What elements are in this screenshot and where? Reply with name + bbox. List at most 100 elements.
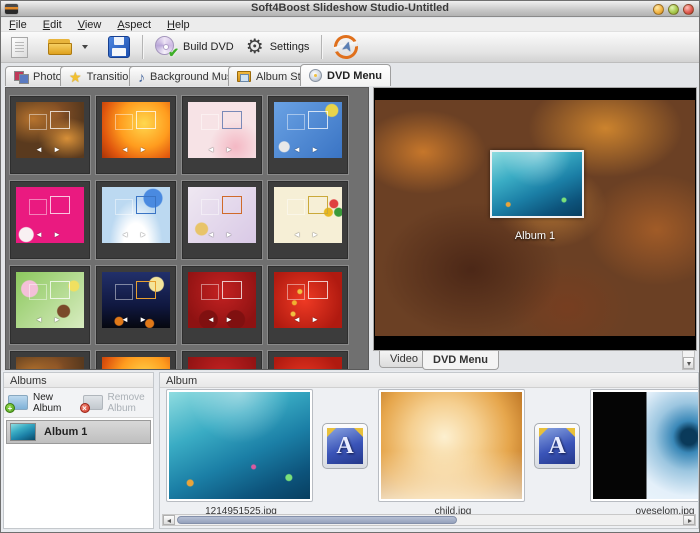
template-thumbnail-partial[interactable] <box>268 351 348 370</box>
album-label: Album 1 <box>374 230 696 242</box>
gear-icon: ⚙ <box>246 37 264 57</box>
open-folder-icon <box>48 39 72 56</box>
tab-label: DVD Menu <box>433 354 488 366</box>
album-panel-header: Album <box>160 373 698 388</box>
pointer-mode-button[interactable]: ➤ <box>328 33 364 61</box>
template-thumbnail-partial[interactable] <box>96 351 176 370</box>
transition-button[interactable]: A <box>322 423 368 469</box>
title-bar[interactable]: Soft4Boost Slideshow Studio-Untitled <box>1 1 699 17</box>
disc-icon <box>309 69 322 82</box>
app-window: Soft4Boost Slideshow Studio-Untitled Fil… <box>0 0 700 533</box>
main-tab-bar: Photos ★ Transitions ♪ Background Music … <box>1 64 699 86</box>
scroll-left-icon[interactable] <box>163 515 175 525</box>
albums-panel: Albums + New Album × Remove Album Album … <box>3 372 154 529</box>
album-preview-thumbnail[interactable] <box>490 150 584 218</box>
scroll-right-icon[interactable] <box>683 515 695 525</box>
settings-label: Settings <box>270 41 310 53</box>
tab-label: Background Music <box>150 71 241 83</box>
new-album-button[interactable]: + New Album <box>4 388 79 417</box>
album-list-item[interactable]: Album 1 <box>6 420 151 444</box>
toolbar-separator <box>321 35 322 59</box>
window-title: Soft4Boost Slideshow Studio-Untitled <box>1 1 699 16</box>
menu-help[interactable]: Help <box>164 19 193 31</box>
albums-panel-header: Albums <box>4 373 153 388</box>
app-icon <box>5 4 18 14</box>
open-dropdown-icon[interactable] <box>82 45 88 49</box>
nav-arrows-icon: ◄ ► <box>102 230 170 239</box>
nav-arrows-icon: ◄ ► <box>274 230 342 239</box>
template-thumbnail-red-gold[interactable]: ◄ ► <box>268 266 348 344</box>
album-photos-panel: Album A A 1214951525.jpg child.jpg ovese… <box>159 372 699 529</box>
open-project-button[interactable] <box>34 33 94 61</box>
plus-badge-icon: + <box>5 403 15 413</box>
photo-strip: A A <box>160 389 698 505</box>
remove-album-icon: × <box>83 395 103 410</box>
album-style-icon <box>237 71 251 82</box>
photo-thumbnail-eye[interactable] <box>590 389 699 502</box>
cross-badge-icon: × <box>80 403 90 413</box>
template-thumbnail-baby-pink[interactable]: ◄ ► <box>182 96 262 174</box>
nav-arrows-icon: ◄ ► <box>16 230 84 239</box>
build-dvd-button[interactable]: ✔ Build DVD <box>149 33 240 61</box>
new-project-button[interactable] <box>5 33 34 61</box>
template-thumbnail-partial[interactable] <box>10 351 90 370</box>
nav-arrows-icon: ◄ ► <box>16 315 84 324</box>
remove-album-button[interactable]: × Remove Album <box>79 388 154 417</box>
new-album-icon: + <box>8 395 28 410</box>
tab-label: DVD Menu <box>327 70 382 82</box>
tab-dvd-menu[interactable]: DVD Menu <box>300 64 391 86</box>
nav-arrows-icon: ◄ ► <box>16 145 84 154</box>
toolbar: ✔ Build DVD ⚙ Settings ➤ <box>1 32 699 63</box>
nav-arrows-icon: ◄ ► <box>102 315 170 324</box>
dvd-menu-template-panel: ◄ ► ◄ ► ◄ ► ◄ ► ◄ ► ◄ ► ◄ ► ◄ ► ◄ ► ◄ ► … <box>5 87 369 370</box>
scrollbar-thumb[interactable] <box>177 516 457 524</box>
save-project-button[interactable] <box>94 33 136 61</box>
menu-file[interactable]: File <box>6 19 30 31</box>
photo-thumbnail-underwater[interactable] <box>166 389 313 502</box>
preview-tab-bar: Video DVD Menu <box>373 351 697 370</box>
menu-bar: File Edit View Aspect Help <box>1 18 699 32</box>
minimize-button[interactable] <box>653 4 664 15</box>
nav-arrows-icon: ◄ ► <box>188 145 256 154</box>
template-thumbnail-red-frames[interactable]: ◄ ► <box>182 266 262 344</box>
dvd-disc-icon: ✔ <box>155 36 177 58</box>
nav-arrows-icon: ◄ ► <box>188 315 256 324</box>
transition-button[interactable]: A <box>534 423 580 469</box>
maximize-button[interactable] <box>668 4 679 15</box>
remove-album-label: Remove Album <box>108 392 150 414</box>
photos-icon <box>14 71 28 82</box>
template-thumbnail-gift-pastel[interactable]: ◄ ► <box>182 181 262 259</box>
tab-label: Video <box>390 353 418 365</box>
template-thumbnail-cartoon-garden[interactable]: ◄ ► <box>10 266 90 344</box>
nav-arrows-icon: ◄ ► <box>274 315 342 324</box>
template-thumbnail-balloon-blue[interactable]: ◄ ► <box>96 181 176 259</box>
transition-letter-icon: A <box>336 433 353 459</box>
template-thumbnail-toys-blue[interactable]: ◄ ► <box>268 96 348 174</box>
check-icon: ✔ <box>168 45 179 61</box>
settings-button[interactable]: ⚙ Settings <box>240 33 316 61</box>
new-album-label: New Album <box>33 392 75 414</box>
dvd-menu-preview: Album 1 <box>373 87 697 351</box>
nav-arrows-icon: ◄ ► <box>274 145 342 154</box>
new-document-icon <box>11 37 28 58</box>
nav-arrows-icon: ◄ ► <box>102 145 170 154</box>
build-dvd-label: Build DVD <box>183 41 234 53</box>
menu-view[interactable]: View <box>75 19 105 31</box>
template-thumbnail-partial[interactable] <box>182 351 262 370</box>
toolbar-separator <box>142 35 143 59</box>
menu-aspect[interactable]: Aspect <box>114 19 154 31</box>
menu-edit[interactable]: Edit <box>40 19 65 31</box>
photo-thumbnail-child[interactable] <box>378 389 525 502</box>
tab-preview-dvd-menu[interactable]: DVD Menu <box>422 351 499 370</box>
template-thumbnail-halloween[interactable]: ◄ ► <box>96 266 176 344</box>
template-thumbnail-teddy-magenta[interactable]: ◄ ► <box>10 181 90 259</box>
cursor-ring-icon: ➤ <box>332 32 361 61</box>
template-thumbnail-autumn[interactable]: ◄ ► <box>10 96 90 174</box>
preview-background-image <box>375 100 695 336</box>
close-button[interactable] <box>683 4 694 15</box>
save-floppy-icon <box>108 36 130 58</box>
template-thumbnail-party-cream[interactable]: ◄ ► <box>268 181 348 259</box>
music-note-icon: ♪ <box>138 71 145 83</box>
template-thumbnail-fire[interactable]: ◄ ► <box>96 96 176 174</box>
photo-strip-scrollbar[interactable] <box>162 514 696 526</box>
